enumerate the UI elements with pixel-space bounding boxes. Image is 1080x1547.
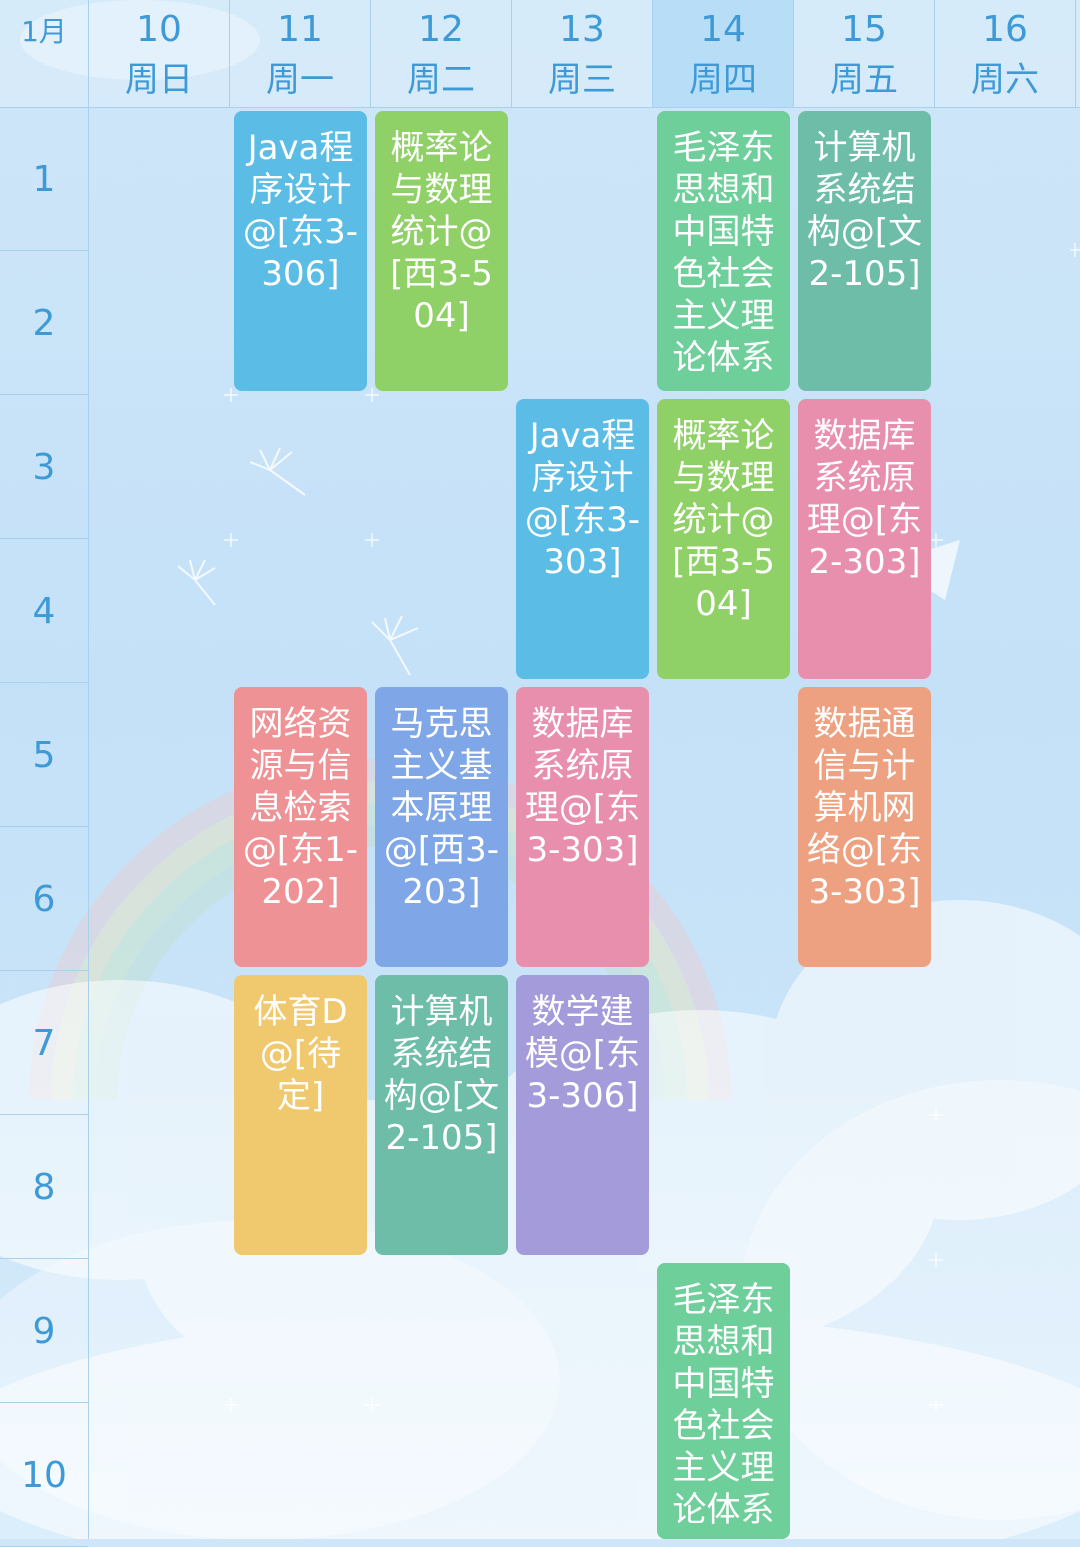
- period-label: 2: [0, 252, 88, 395]
- day-name: 周五: [830, 60, 898, 100]
- course-card[interactable]: 概率论与数理统计@[西3-504]: [657, 399, 790, 679]
- course-card[interactable]: 体育D@[待定]: [234, 975, 367, 1255]
- course-card[interactable]: 计算机系统结构@[文2-105]: [375, 975, 508, 1255]
- day-name: 周四: [689, 60, 757, 100]
- day-number: 11: [277, 9, 323, 50]
- day-number: 15: [841, 9, 887, 50]
- day-name: 周六: [971, 60, 1039, 100]
- period-label: 3: [0, 396, 88, 539]
- period-label: 5: [0, 684, 88, 827]
- period-label: 6: [0, 828, 88, 971]
- day-name: 周一: [266, 60, 334, 100]
- course-card[interactable]: 毛泽东思想和中国特色社会主义理论体系: [657, 111, 790, 391]
- day-number: 16: [982, 9, 1028, 50]
- day-header-tuesday[interactable]: 12 周二: [371, 0, 512, 107]
- day-header-saturday[interactable]: 16 周六: [935, 0, 1076, 107]
- day-name: 周日: [125, 60, 193, 100]
- day-header-thursday-today[interactable]: 14 周四: [653, 0, 794, 107]
- day-name: 周三: [548, 60, 616, 100]
- course-card[interactable]: 马克思主义基本原理@[西3-203]: [375, 687, 508, 967]
- month-label[interactable]: 1月: [0, 0, 89, 107]
- course-card[interactable]: 数据库系统原理@[东3-303]: [516, 687, 649, 967]
- course-card[interactable]: Java程序设计@[东3-303]: [516, 399, 649, 679]
- course-card[interactable]: Java程序设计@[东3-306]: [234, 111, 367, 391]
- day-header-monday[interactable]: 11 周一: [230, 0, 371, 107]
- day-header-sunday[interactable]: 10 周日: [89, 0, 230, 107]
- day-name: 周二: [407, 60, 475, 100]
- period-label: 4: [0, 540, 88, 683]
- day-number: 14: [700, 9, 746, 50]
- day-header-wednesday[interactable]: 13 周三: [512, 0, 653, 107]
- course-card[interactable]: 概率论与数理统计@[西3-504]: [375, 111, 508, 391]
- course-card[interactable]: 数据库系统原理@[东2-303]: [798, 399, 931, 679]
- period-label: 10: [0, 1404, 88, 1547]
- day-number: 13: [559, 9, 605, 50]
- week-header: 1月 10 周日 11 周一 12 周二 13 周三 14 周四 15 周五 1…: [0, 0, 1080, 108]
- period-label: 7: [0, 972, 88, 1115]
- course-card[interactable]: 网络资源与信息检索@[东1-202]: [234, 687, 367, 967]
- course-card[interactable]: 毛泽东思想和中国特色社会主义理论体系: [657, 1263, 790, 1539]
- course-card[interactable]: 数据通信与计算机网络@[东3-303]: [798, 687, 931, 967]
- period-label: 9: [0, 1260, 88, 1403]
- course-card[interactable]: 数学建模@[东3-306]: [516, 975, 649, 1255]
- period-label: 1: [0, 108, 88, 251]
- period-label: 8: [0, 1116, 88, 1259]
- day-header-friday[interactable]: 15 周五: [794, 0, 935, 107]
- day-number: 12: [418, 9, 464, 50]
- day-number: 10: [136, 9, 182, 50]
- period-column: 1 2 3 4 5 6 7 8 9 10: [0, 108, 89, 1547]
- course-card[interactable]: 计算机系统结构@[文2-105]: [798, 111, 931, 391]
